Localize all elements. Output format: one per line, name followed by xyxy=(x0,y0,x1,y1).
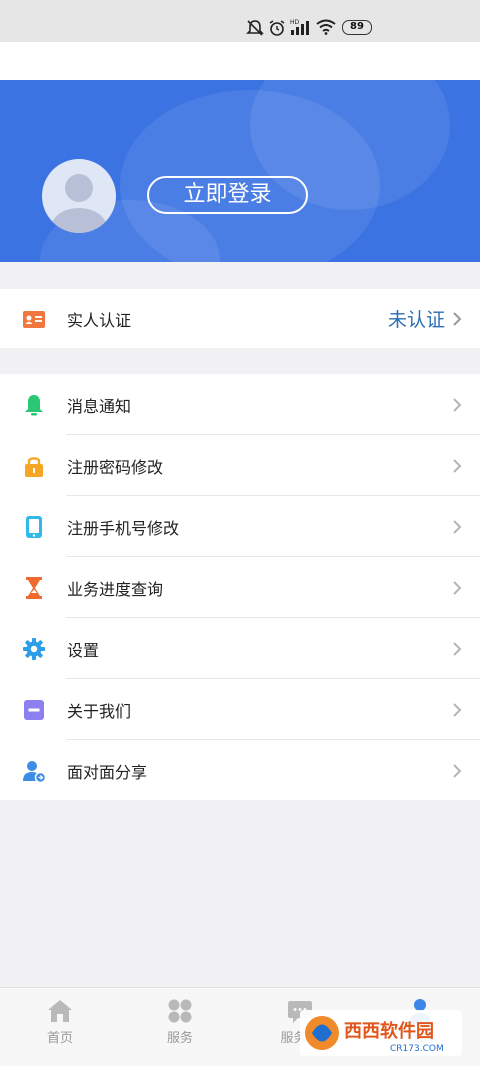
menu-item-label: 消息通知 xyxy=(67,396,132,416)
menu-item-share[interactable]: 面对面分享 xyxy=(0,740,480,801)
tab-services[interactable]: 服务 xyxy=(120,988,240,1066)
watermark-subtitle: CR173.COM xyxy=(390,1044,444,1054)
top-spacer xyxy=(0,42,480,80)
chevron-right-icon xyxy=(453,641,462,656)
hourglass-icon xyxy=(26,576,42,599)
alarm-icon xyxy=(269,20,285,36)
info-box-icon xyxy=(24,699,44,720)
menu-item-about[interactable]: 关于我们 xyxy=(0,679,480,740)
bell-icon xyxy=(25,394,43,415)
battery-icon: 89 xyxy=(342,20,372,35)
verification-row[interactable]: 实人认证 未认证 xyxy=(0,289,480,348)
chevron-right-icon xyxy=(453,702,462,717)
muted-notification-icon xyxy=(246,20,264,36)
battery-level: 89 xyxy=(350,21,364,32)
menu-item-notifications[interactable]: 消息通知 xyxy=(0,374,480,435)
verification-status: 未认证 xyxy=(387,309,445,331)
status-bar: HD 89 xyxy=(0,0,480,42)
chevron-right-icon xyxy=(453,397,462,412)
menu-item-label: 业务进度查询 xyxy=(67,579,164,599)
menu-item-label: 注册密码修改 xyxy=(67,457,164,477)
hd-signal-icon: HD xyxy=(290,19,309,35)
menu-item-label: 面对面分享 xyxy=(67,762,148,782)
menu-list: 消息通知 注册密码修改 注册手机号修改 业务进度查询 设置 关于我们 面对面分享 xyxy=(0,374,480,800)
watermark-title: 西西软件园 xyxy=(344,1020,434,1042)
chevron-right-icon xyxy=(453,519,462,534)
lock-icon xyxy=(25,456,43,477)
tab-label: 首页 xyxy=(46,1031,73,1046)
menu-item-settings[interactable]: 设置 xyxy=(0,618,480,679)
tab-label: 服务 xyxy=(166,1031,193,1046)
grid-icon xyxy=(168,999,192,1023)
menu-item-label: 设置 xyxy=(67,640,100,660)
menu-item-password[interactable]: 注册密码修改 xyxy=(0,435,480,496)
share-user-icon xyxy=(23,760,46,783)
gear-icon xyxy=(23,637,45,660)
svg-text:HD: HD xyxy=(290,19,300,26)
wifi-icon xyxy=(316,19,336,35)
menu-item-phone[interactable]: 注册手机号修改 xyxy=(0,496,480,557)
home-icon xyxy=(48,1000,72,1022)
avatar[interactable] xyxy=(42,159,116,233)
menu-item-progress[interactable]: 业务进度查询 xyxy=(0,557,480,618)
verification-card: 实人认证 未认证 xyxy=(0,289,480,348)
id-card-icon xyxy=(23,310,45,328)
tab-home[interactable]: 首页 xyxy=(0,988,120,1066)
chevron-right-icon xyxy=(453,311,462,326)
login-button[interactable]: 立即登录 xyxy=(147,176,308,214)
menu-item-label: 注册手机号修改 xyxy=(67,518,180,538)
chevron-right-icon xyxy=(453,580,462,595)
chevron-right-icon xyxy=(453,458,462,473)
menu-item-label: 关于我们 xyxy=(67,701,132,721)
chevron-right-icon xyxy=(453,763,462,778)
watermark-logo: 西西软件园 CR173.COM xyxy=(300,1010,462,1056)
phone-icon xyxy=(26,515,42,538)
verification-label: 实人认证 xyxy=(67,310,132,330)
